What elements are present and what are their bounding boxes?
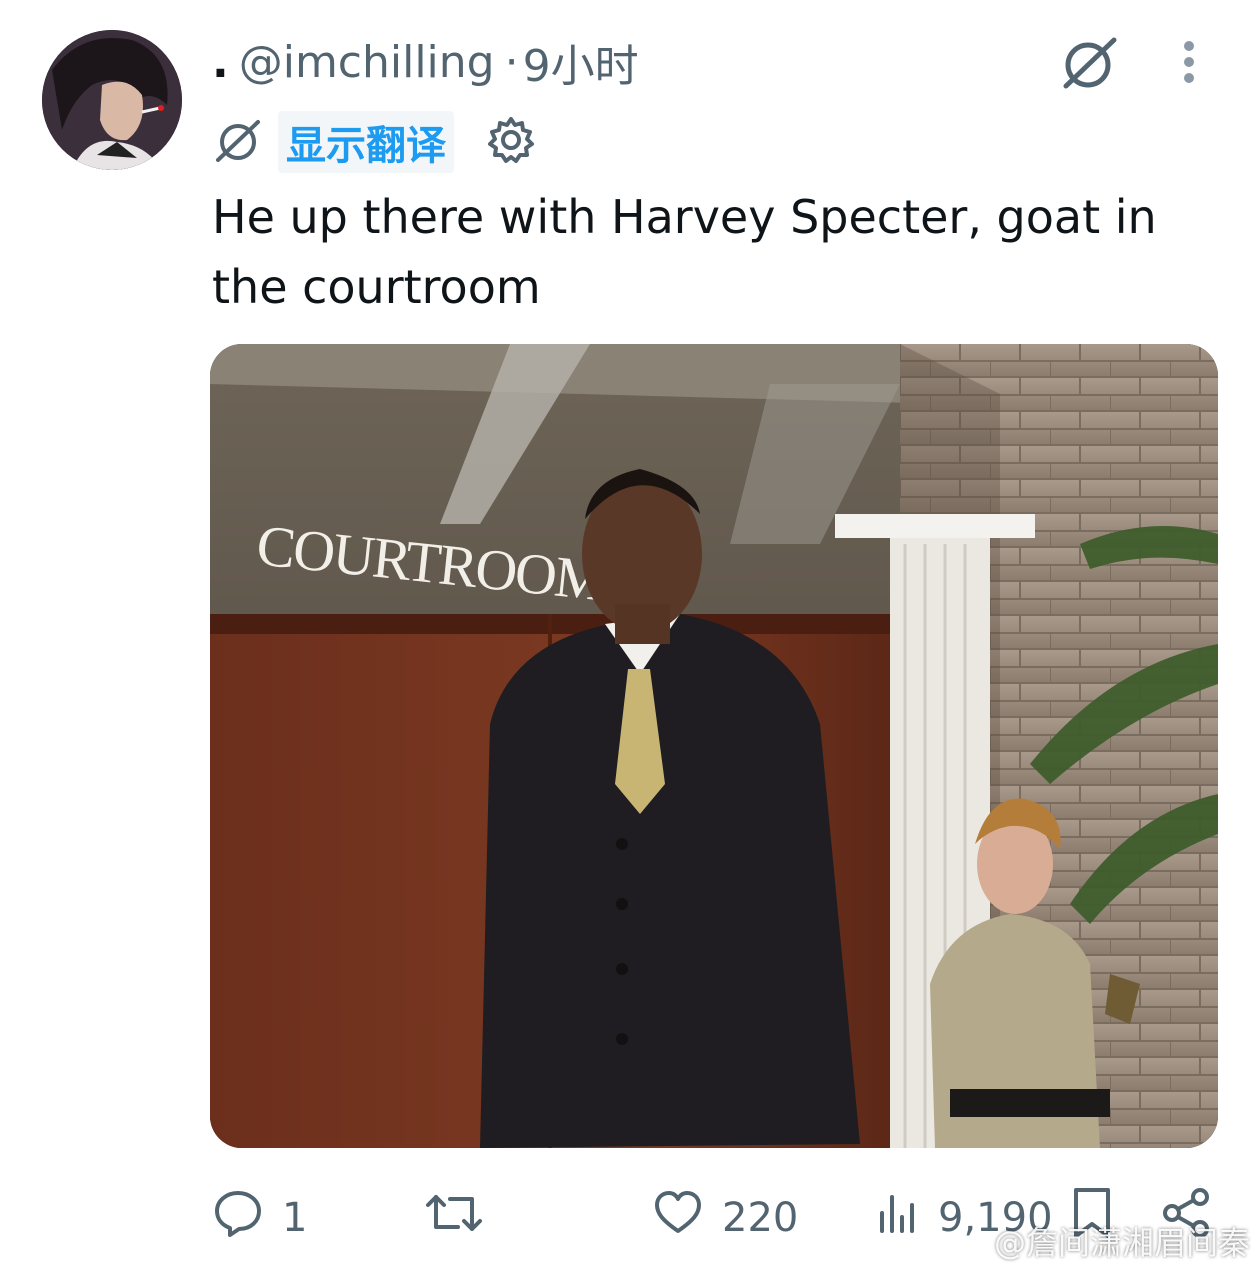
translate-row: 显示翻译 [212,111,536,173]
header-separator: · [504,36,519,88]
repost-icon [424,1187,484,1249]
tweet-time[interactable]: 9小时 [523,30,639,94]
source-watermark: @詹间潇湘眉间秦 [993,1224,1250,1262]
like-icon [652,1187,704,1249]
reply-button[interactable]: 1 [212,1188,307,1248]
settings-gear-icon[interactable] [486,115,536,169]
like-button[interactable]: 220 [652,1188,798,1248]
repost-button[interactable] [424,1188,502,1248]
tweet-photo[interactable]: COURTROOM [210,344,1218,1148]
reply-icon [212,1187,264,1249]
tweet-header: . @imchilling · 9小时 [212,30,639,94]
grok-icon[interactable] [1058,34,1122,92]
author-handle[interactable]: @imchilling [239,37,495,88]
reply-count: 1 [282,1195,308,1241]
more-icon[interactable] [1172,38,1206,88]
views-icon [876,1187,920,1249]
tweet-text: He up there with Harvey Specter, goat in… [212,190,1157,314]
show-translation-link[interactable]: 显示翻译 [278,111,454,173]
grok-translate-icon [212,114,264,170]
avatar[interactable] [42,30,182,170]
author-prefix: . [212,36,229,88]
like-count: 220 [722,1195,799,1241]
